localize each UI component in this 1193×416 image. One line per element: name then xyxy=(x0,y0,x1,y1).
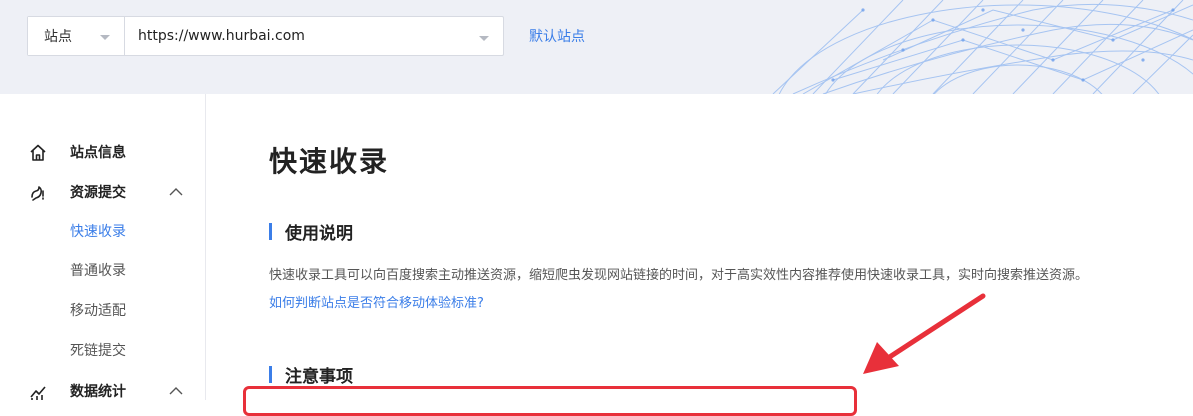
main-content: 快速收录 使用说明 快速收录工具可以向百度搜索主动推送资源，缩短爬虫发现网站链接… xyxy=(206,94,1193,400)
top-header: 站点 https://www.hurbai.com 默认站点 xyxy=(0,0,1193,94)
chevron-up-icon[interactable] xyxy=(168,385,184,397)
mobile-standard-help-link[interactable]: 如何判断站点是否符合移动体验标准? xyxy=(269,292,484,311)
sidebar-item-label: 站点信息 xyxy=(70,145,126,161)
page-title: 快速收录 xyxy=(269,145,390,178)
sidebar-subitem-label: 快速收录 xyxy=(70,224,126,240)
sidebar: 站点信息 资源提交 快速收录 普通收录 移动适配 死链提交 数据统计 xyxy=(0,94,206,400)
section-heading-text: 使用说明 xyxy=(285,223,353,244)
site-type-value: 站点 xyxy=(44,29,72,45)
section-heading-notes: 注意事项 xyxy=(269,364,353,387)
sidebar-item-site-info[interactable]: 站点信息 xyxy=(0,134,205,170)
site-url-value: https://www.hurbai.com xyxy=(138,28,305,44)
sidebar-subitem-deadlink-submit[interactable]: 死链提交 xyxy=(0,333,205,367)
usage-description: 快速收录工具可以向百度搜索主动推送资源，缩短爬虫发现网站链接的时间，对于高实效性… xyxy=(269,268,1089,283)
stats-chart-icon xyxy=(30,386,46,400)
sidebar-item-label: 数据统计 xyxy=(70,384,126,400)
site-selector: 站点 https://www.hurbai.com xyxy=(27,16,504,56)
sidebar-subitem-label: 移动适配 xyxy=(70,303,126,319)
sidebar-item-resource-submit[interactable]: 资源提交 xyxy=(0,174,205,210)
resource-submit-icon xyxy=(31,186,44,201)
section-accent-bar xyxy=(269,222,272,240)
home-icon xyxy=(30,144,46,161)
sidebar-subitem-fast-index[interactable]: 快速收录 xyxy=(0,214,205,248)
default-site-link[interactable]: 默认站点 xyxy=(529,26,585,46)
sidebar-subitem-label: 死链提交 xyxy=(70,343,126,359)
sidebar-subitem-normal-index[interactable]: 普通收录 xyxy=(0,253,205,287)
section-heading-usage: 使用说明 xyxy=(269,221,353,244)
sidebar-subitem-mobile-adapt[interactable]: 移动适配 xyxy=(0,293,205,327)
annotation-highlight-box xyxy=(243,386,857,416)
globe-decoration xyxy=(772,0,1193,94)
chevron-up-icon[interactable] xyxy=(168,186,184,198)
section-accent-bar xyxy=(269,365,272,383)
sidebar-subitem-label: 普通收录 xyxy=(70,263,126,279)
site-url-dropdown[interactable]: https://www.hurbai.com xyxy=(125,17,503,55)
section-heading-text: 注意事项 xyxy=(285,366,353,387)
caret-down-icon xyxy=(100,35,110,40)
caret-down-icon xyxy=(479,36,489,41)
sidebar-item-label: 资源提交 xyxy=(70,185,126,201)
site-type-dropdown[interactable]: 站点 xyxy=(28,17,125,55)
sidebar-item-data-stats[interactable]: 数据统计 xyxy=(0,373,205,409)
annotation-arrow-icon xyxy=(863,293,986,374)
